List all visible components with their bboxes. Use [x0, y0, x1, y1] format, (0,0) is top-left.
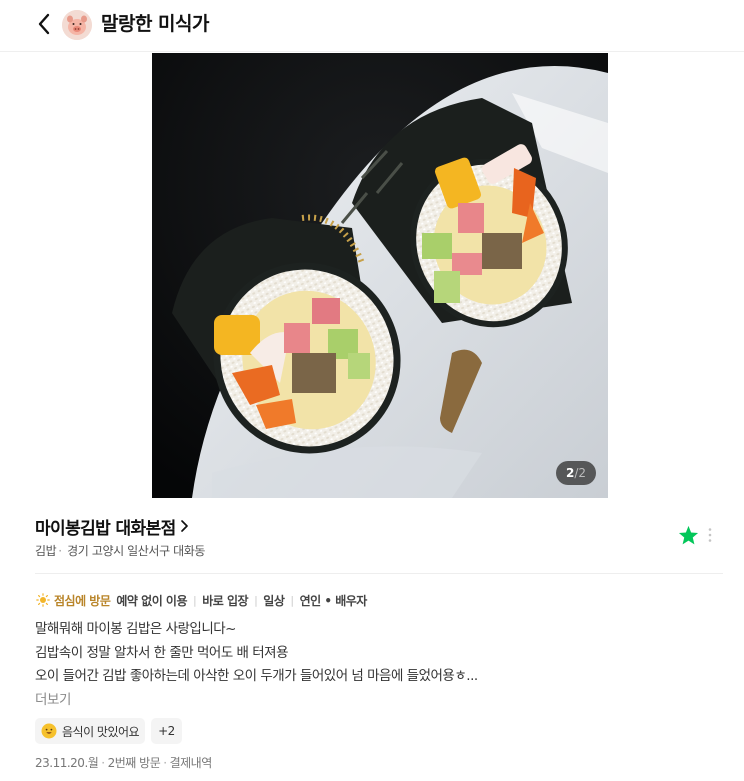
receipt-label[interactable]: 결제내역 — [170, 756, 213, 770]
photo-counter-total: 2 — [578, 466, 586, 480]
meta-separator: · — [101, 756, 105, 770]
star-icon — [678, 525, 699, 545]
kimbap-photo-image — [152, 53, 608, 498]
review-line: 오이 들어간 김밥 좋아하는데 아삭한 오이 두개가 들어있어 넘 마음에 들었… — [35, 668, 478, 684]
visit-meta: 23.11.20.월 · 2번째 방문 · 결제내역 — [35, 754, 212, 771]
place-name[interactable]: 마이봉김밥 대화본점 — [35, 514, 176, 539]
save-star-button[interactable] — [678, 525, 699, 549]
keyword-chips: 음식이 맛있어요 +2 — [35, 718, 182, 744]
place-info: 마이봉김밥 대화본점 김밥 · 경기 고양시 일산서구 대화동 — [35, 513, 725, 559]
visit-tags: 점심에 방문 예약 없이 이용 | 바로 입장 | 일상 | 연인 • 배우자 — [36, 590, 367, 610]
tag-divider: | — [290, 593, 294, 607]
meta-separator: · — [163, 756, 167, 770]
place-link[interactable]: 마이봉김밥 대화본점 — [35, 513, 725, 539]
pig-avatar-icon — [62, 10, 92, 40]
more-options-button[interactable] — [707, 527, 713, 547]
photo-counter: 2/2 — [555, 461, 596, 485]
avatar[interactable] — [62, 10, 92, 40]
review-text[interactable]: 말해뭐해 마이봉 김밥은 사랑입니다~ 김밥속이 정말 알차서 한 줄만 먹어도… — [35, 618, 725, 689]
sun-icon — [36, 593, 50, 607]
visit-time-tag: 점심에 방문 — [54, 593, 111, 608]
review-photo[interactable]: 2/2 — [152, 53, 608, 498]
user-name[interactable]: 말랑한 미식가 — [101, 11, 210, 37]
meta-separator: · — [58, 544, 62, 558]
show-more-link[interactable]: 더보기 — [35, 688, 71, 708]
header-bar: 말랑한 미식가 — [0, 0, 744, 52]
place-meta: 김밥 · 경기 고양시 일산서구 대화동 — [35, 542, 725, 559]
review-line: 말해뭐해 마이봉 김밥은 사랑입니다~ — [35, 621, 237, 637]
smile-emoji-icon — [41, 723, 57, 739]
chevron-left-icon — [38, 13, 50, 35]
tag-divider: | — [193, 593, 197, 607]
vertical-dots-icon — [708, 528, 712, 542]
back-button[interactable] — [30, 10, 58, 38]
visit-count: 2번째 방문 — [107, 756, 161, 770]
tag-reservation: 예약 없이 이용 — [116, 593, 187, 608]
keyword-chip-label: 음식이 맛있어요 — [62, 724, 140, 739]
tag-divider: | — [254, 593, 258, 607]
tag-companion: 연인 • 배우자 — [299, 593, 368, 608]
tag-entry: 바로 입장 — [202, 593, 249, 608]
more-keywords-chip[interactable]: +2 — [151, 718, 182, 744]
visit-date: 23.11.20.월 — [35, 756, 99, 770]
review-line: 김밥속이 정말 알차서 한 줄만 먹어도 배 터져용 — [35, 644, 289, 661]
section-divider — [35, 573, 723, 574]
chevron-right-icon — [180, 519, 189, 533]
place-address: 경기 고양시 일산서구 대화동 — [67, 544, 206, 558]
keyword-chip-taste[interactable]: 음식이 맛있어요 — [35, 718, 146, 744]
place-category: 김밥 — [35, 544, 57, 558]
tag-purpose: 일상 — [263, 593, 285, 608]
